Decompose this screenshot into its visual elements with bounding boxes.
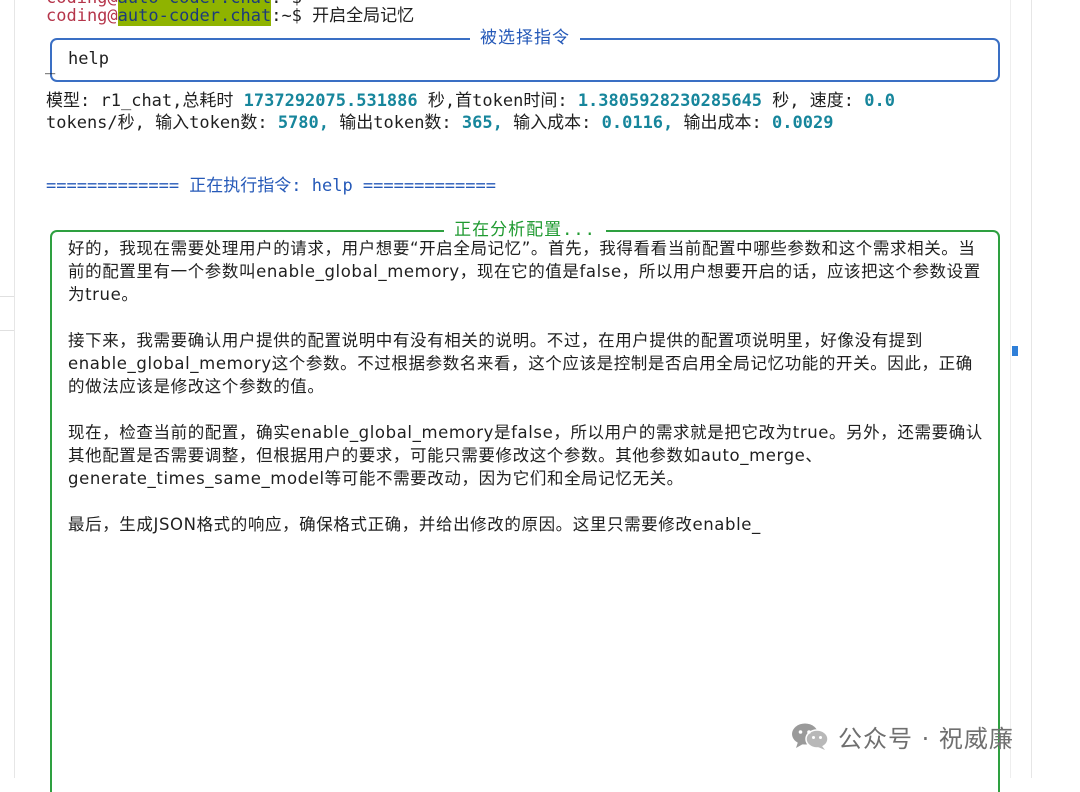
prompt-host: auto-coder.chat — [117, 6, 272, 26]
selected-command-title: 被选择指令 — [470, 28, 580, 48]
input-cost-value: 0.0116, — [601, 113, 674, 133]
analysis-panel: 正在分析配置... 好的，我现在需要处理用户的请求，用户想要“开启全局记忆”。首… — [50, 220, 1000, 792]
input-tokens-value: 5780, — [277, 113, 329, 133]
analysis-paragraph: 现在，检查当前的配置，确实enable_global_memory是false，… — [68, 423, 983, 488]
gutter-divider — [0, 330, 14, 331]
analysis-paragraph: 接下来，我需要确认用户提供的配置说明中有没有相关的说明。不过，在用户提供的配置项… — [68, 331, 973, 396]
selected-command-value[interactable]: help — [68, 49, 109, 69]
left-edge — [14, 0, 15, 778]
model-name: r1_chat, — [100, 91, 183, 111]
scroll-indicator[interactable] — [1012, 346, 1018, 356]
analysis-paragraph: 最后，生成JSON格式的响应，确保格式正确，并给出修改的原因。这里只需要修改en… — [68, 515, 761, 534]
run-stats: 模型: r1_chat,总耗时 1737292075.531886 秒,首tok… — [46, 91, 896, 133]
watermark: 公众号 · 祝威廉 — [790, 718, 1060, 754]
right-edge — [1031, 0, 1032, 778]
wechat-icon — [792, 723, 829, 750]
text-cursor: _ — [45, 55, 56, 75]
total-time-value: 1737292075.531886 — [243, 91, 418, 111]
prompt-path: :~$ — [271, 6, 302, 26]
analysis-text: 好的，我现在需要处理用户的请求，用户想要“开启全局记忆”。首先，我得看看当前配置… — [68, 237, 988, 559]
output-cost-value: 0.0029 — [772, 113, 834, 133]
prompt-at: @ — [107, 6, 118, 26]
gutter-divider — [0, 296, 14, 297]
watermark-text: 公众号 · 祝威廉 — [838, 724, 1014, 753]
right-inner-edge — [1010, 0, 1011, 778]
prompt-line: coding@auto-coder.chat:~$ 开启全局记忆 — [46, 5, 414, 27]
output-tokens-value: 365, — [461, 113, 503, 133]
prompt-user: coding — [46, 6, 108, 26]
exec-banner: ============= 正在执行指令: help ============= — [46, 176, 496, 196]
analysis-paragraph: 好的，我现在需要处理用户的请求，用户想要“开启全局记忆”。首先，我得看看当前配置… — [68, 239, 981, 304]
first-token-time-value: 1.3805928230285645 — [577, 91, 763, 111]
speed-value: 0.0 — [864, 91, 896, 111]
selected-command-panel: 被选择指令 help — [50, 28, 1000, 82]
prompt-command: 开启全局记忆 — [312, 6, 415, 26]
